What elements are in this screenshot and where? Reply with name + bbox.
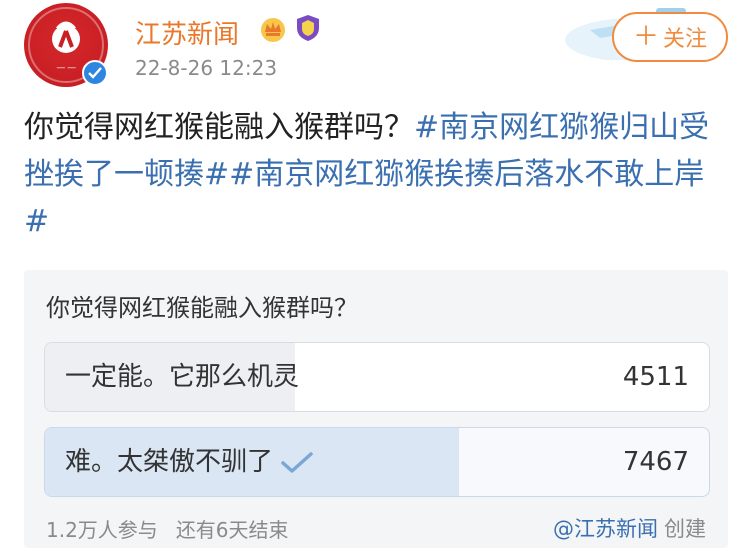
poll-creator: @江苏新闻 创建 [553,513,706,543]
poll-option-count: 7467 [622,447,689,477]
check-icon [281,451,313,473]
follow-label: 关注 [663,27,708,52]
poll-card: 你觉得网红猴能融入猴群吗？ 一定能。它那么机灵 4511 难。太桀傲不驯了 74… [24,270,728,548]
poll-option[interactable]: 一定能。它那么机灵 4511 [44,342,710,412]
poll-option-label: 难。太桀傲不驯了 [65,447,274,477]
participants-count: 1.2万人参与 [46,518,158,542]
verified-icon [82,60,108,86]
shield-badge-icon[interactable] [294,13,322,43]
account-name[interactable]: 江苏新闻 [135,14,239,51]
news-logo-icon [52,21,80,53]
creator-link[interactable]: @江苏新闻 [553,517,658,541]
crown-badge-icon[interactable] [258,15,288,43]
poll-option-label-wrap: 难。太桀傲不驯了 [65,428,315,496]
post-question: 你觉得网红猴能融入猴群吗？ [24,110,414,145]
poll-stats: 1.2万人参与 还有6天结束 [46,514,289,543]
poll-question: 你觉得网红猴能融入猴群吗？ [46,294,358,322]
post-time: 22-8-26 12:23 [135,56,278,80]
follow-button[interactable]: ＋ 关注 [612,12,728,62]
poll-option-count: 4511 [622,362,689,392]
plus-icon: ＋ [632,22,659,52]
poll-option-label: 一定能。它那么机灵 [65,362,300,392]
poll-option-selected[interactable]: 难。太桀傲不驯了 7467 [44,427,710,497]
post-text: 你觉得网红猴能融入猴群吗？#南京网红猕猴归山受挫挨了一顿揍##南京网红猕猴挨揍后… [24,104,724,245]
created-label: 创建 [664,517,706,541]
post-header: — — 江苏新闻 22-8-26 12:23 ＋ 关注 [0,0,750,100]
time-remaining: 还有6天结束 [175,518,289,542]
